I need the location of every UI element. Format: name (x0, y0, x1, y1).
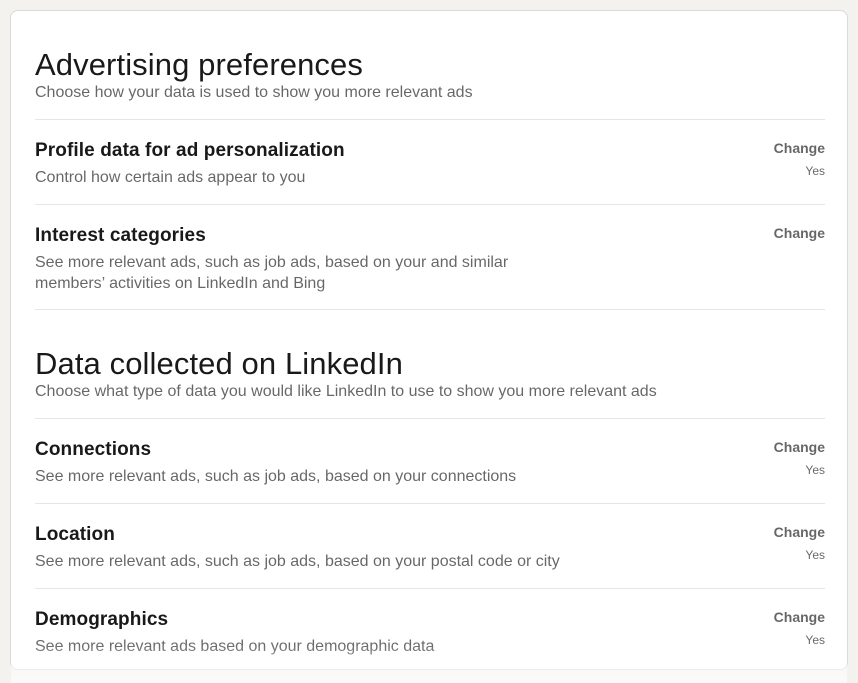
setting-title: Demographics (35, 609, 169, 630)
section-subtitle: Choose how your data is used to show you… (35, 84, 473, 101)
divider (35, 309, 825, 310)
setting-action: Change Yes (774, 523, 825, 563)
divider (35, 204, 825, 205)
change-button[interactable]: Change (774, 608, 825, 626)
section-title: Data collected on LinkedIn (35, 346, 403, 381)
setting-title: Interest categories (35, 225, 206, 246)
divider (35, 418, 825, 419)
setting-row-profile-data[interactable]: Profile data for ad personalization Cont… (35, 139, 825, 188)
setting-action: Change (774, 224, 825, 243)
setting-title: Connections (35, 439, 152, 460)
change-button[interactable]: Change (774, 523, 825, 541)
section-subtitle: Choose what type of data you would like … (35, 383, 657, 400)
settings-card: Advertising preferences Choose how your … (10, 10, 848, 683)
change-button[interactable]: Change (774, 438, 825, 456)
advertising-preferences-header: Advertising preferences Choose how your … (35, 47, 825, 103)
setting-row-interest-categories[interactable]: Interest categories See more relevant ad… (35, 224, 825, 294)
setting-action: Change Yes (774, 438, 825, 478)
setting-description: See more relevant ads based on your demo… (35, 638, 435, 655)
data-collected-header: Data collected on LinkedIn Choose what t… (35, 346, 825, 402)
setting-title: Profile data for ad personalization (35, 140, 345, 161)
setting-title: Location (35, 524, 115, 545)
change-button[interactable]: Change (774, 139, 825, 157)
setting-value: Yes (805, 633, 825, 647)
setting-description: Control how certain ads appear to you (35, 169, 306, 186)
setting-row-location[interactable]: Location See more relevant ads, such as … (35, 523, 825, 572)
change-button[interactable]: Change (774, 224, 825, 242)
setting-value: Yes (805, 463, 825, 477)
section-title: Advertising preferences (35, 47, 363, 82)
setting-row-connections[interactable]: Connections See more relevant ads, such … (35, 438, 825, 487)
setting-value: Yes (805, 164, 825, 178)
setting-action: Change Yes (774, 139, 825, 179)
divider (35, 588, 825, 589)
setting-row-demographics[interactable]: Demographics See more relevant ads based… (35, 608, 825, 657)
divider (35, 119, 825, 120)
setting-description: See more relevant ads, such as job ads, … (35, 553, 560, 570)
divider (35, 503, 825, 504)
setting-description: See more relevant ads, such as job ads, … (35, 468, 517, 485)
setting-action: Change Yes (774, 608, 825, 648)
setting-value: Yes (805, 548, 825, 562)
setting-description: See more relevant ads, such as job ads, … (35, 254, 509, 292)
